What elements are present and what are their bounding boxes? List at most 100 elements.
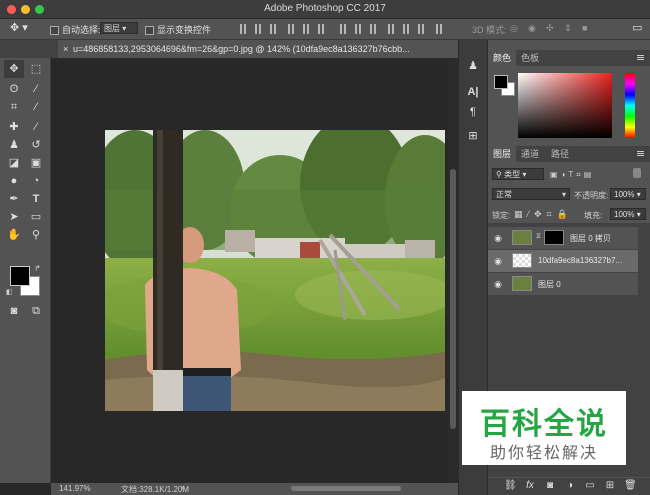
layer-style-icon[interactable]: fx	[524, 480, 536, 492]
tab-layers[interactable]: 图层	[488, 146, 517, 162]
hand-icon[interactable]: ✋	[4, 226, 24, 244]
move-icon[interactable]: ✥	[4, 60, 24, 78]
layer-mask-thumbnail[interactable]	[544, 230, 564, 245]
add-mask-icon[interactable]: ◙	[544, 480, 556, 492]
default-colors-icon[interactable]: ◧	[6, 288, 13, 296]
eyedropper-icon[interactable]: ⁄	[26, 98, 46, 116]
history-brush-icon[interactable]: ↺	[26, 136, 46, 154]
blend-mode-dropdown[interactable]: 正常 ▾	[492, 188, 570, 200]
brush-icon[interactable]: ⁄	[26, 118, 46, 136]
horizontal-scroll-thumb[interactable]	[291, 486, 401, 491]
character-panel-icon[interactable]: A|	[465, 84, 481, 100]
gradient-icon[interactable]: ▣	[26, 154, 46, 172]
align-hcenter-icon[interactable]	[303, 24, 309, 34]
eye-icon[interactable]: ◉	[493, 279, 503, 289]
clone-stamp-icon[interactable]: ♟	[4, 136, 24, 154]
adjustment-layer-icon[interactable]: ◑	[564, 480, 576, 492]
tab-paths[interactable]: 路径	[546, 146, 574, 162]
color-field[interactable]	[518, 73, 612, 138]
zoom-level[interactable]: 141.97%	[59, 484, 91, 493]
distribute-left-icon[interactable]	[388, 24, 394, 34]
history-panel-icon[interactable]: ♟	[465, 58, 481, 74]
vertical-scroll-thumb[interactable]	[450, 169, 456, 429]
workspace-icon[interactable]: ▭	[632, 21, 642, 34]
lock-icons[interactable]: ▦⁄✥⌗🔒	[514, 209, 573, 220]
blend-mode-value: 正常	[496, 190, 512, 199]
pen-icon[interactable]: ✒	[4, 190, 24, 208]
opacity-field[interactable]: 100% ▾	[610, 188, 646, 200]
align-vcenter-icon[interactable]	[255, 24, 261, 34]
foreground-color-swatch[interactable]	[10, 266, 30, 286]
align-top-icon[interactable]	[240, 24, 246, 34]
vertical-scrollbar[interactable]	[448, 59, 458, 483]
layer-row[interactable]: ◉ 10dfa9ec8a136327b7...	[488, 250, 638, 273]
layer-thumbnail	[512, 276, 532, 291]
type-icon[interactable]: T	[26, 190, 46, 208]
distribute-vcenter-icon[interactable]	[355, 24, 361, 34]
align-left-icon[interactable]	[288, 24, 294, 34]
swap-colors-icon[interactable]: ↱	[34, 264, 41, 273]
properties-panel-icon[interactable]: ⊞	[465, 128, 481, 144]
fill-label: 填充:	[584, 211, 603, 220]
3d-mode-label: 3D 模式:	[472, 25, 507, 35]
delete-layer-icon[interactable]: 🗑	[624, 480, 637, 492]
panel-foreground-swatch[interactable]	[494, 75, 508, 89]
distribute-hcenter-icon[interactable]	[403, 24, 409, 34]
layer-filter-icons[interactable]: ▣◑T⌗▤	[550, 170, 594, 180]
layers-panel-menu-icon[interactable]	[637, 151, 644, 152]
blur-icon[interactable]: ●	[4, 172, 24, 190]
eye-icon[interactable]: ◉	[493, 233, 503, 243]
document-tab[interactable]: × u=486858133,2953064696&fm=26&gp=0.jpg …	[58, 40, 458, 58]
layer-row[interactable]: ◉ ⧖ 图层 0 拷贝	[488, 227, 638, 250]
document-image[interactable]	[105, 130, 445, 411]
screen-mode-icon[interactable]: ⧉	[26, 302, 46, 320]
dodge-icon[interactable]: ◔	[26, 172, 46, 190]
3d-scale-icon[interactable]: ■	[582, 23, 587, 33]
move-tool-preset-icon[interactable]: ✥ ▾	[10, 21, 28, 34]
tab-channels[interactable]: 通道	[516, 146, 544, 162]
3d-pan-icon[interactable]: ✣	[546, 23, 554, 34]
document-size[interactable]: 文档:328.1K/1.20M	[121, 484, 189, 495]
distribute-top-icon[interactable]	[340, 24, 346, 34]
3d-slide-icon[interactable]: ⇕	[564, 23, 572, 34]
marquee-icon[interactable]: ⬚	[26, 60, 46, 78]
eraser-icon[interactable]: ◪	[4, 154, 24, 172]
tab-color[interactable]: 颜色	[488, 50, 517, 66]
new-layer-icon[interactable]: ⊞	[604, 480, 616, 492]
distribute-right-icon[interactable]	[418, 24, 424, 34]
align-bottom-icon[interactable]	[270, 24, 276, 34]
auto-select-checkbox[interactable]: 自动选择:	[50, 23, 101, 36]
distribute-bottom-icon[interactable]	[370, 24, 376, 34]
path-select-icon[interactable]: ➤	[4, 208, 24, 226]
status-menu-icon[interactable]: ›	[181, 483, 184, 492]
link-layers-icon[interactable]: ⛓	[504, 480, 517, 492]
new-group-icon[interactable]: ▭	[584, 480, 596, 492]
auto-align-icon[interactable]	[436, 24, 442, 34]
color-panel-menu-icon[interactable]	[637, 55, 644, 56]
show-transform-checkbox[interactable]: 显示变换控件	[145, 23, 211, 36]
3d-roll-icon[interactable]: ◉	[528, 23, 536, 34]
layer-row[interactable]: ◉ 图层 0	[488, 273, 638, 296]
status-bar: 141.97% 文档:328.1K/1.20M ›	[51, 483, 458, 495]
quick-mask-icon[interactable]: ◙	[4, 302, 24, 320]
eye-icon[interactable]: ◉	[493, 256, 503, 266]
tab-swatches[interactable]: 色板	[516, 50, 544, 66]
rectangle-icon[interactable]: ▭	[26, 208, 46, 226]
show-transform-label: 显示变换控件	[157, 25, 212, 35]
crop-icon[interactable]: ⌗	[4, 98, 24, 116]
layer-filter-dropdown[interactable]: ⚲ 类型 ▾	[492, 168, 544, 180]
3d-orbit-icon[interactable]: ◎	[510, 23, 518, 34]
filter-toggle-icon[interactable]	[633, 168, 641, 178]
magic-wand-icon[interactable]: ⁄	[26, 80, 46, 98]
align-right-icon[interactable]	[318, 24, 324, 34]
auto-select-dropdown[interactable]: 图层 ▾	[100, 22, 138, 34]
zoom-icon[interactable]: ⚲	[26, 226, 46, 244]
layer-name: 图层 0 拷贝	[570, 234, 611, 243]
close-tab-icon[interactable]: ×	[63, 40, 68, 58]
hue-slider[interactable]	[625, 73, 635, 138]
healing-brush-icon[interactable]: ✚	[4, 118, 24, 136]
lasso-icon[interactable]: ʘ	[4, 80, 24, 98]
link-icon[interactable]: ⧖	[536, 233, 541, 241]
fill-field[interactable]: 100% ▾	[610, 208, 646, 220]
paragraph-panel-icon[interactable]: ¶	[465, 104, 481, 120]
